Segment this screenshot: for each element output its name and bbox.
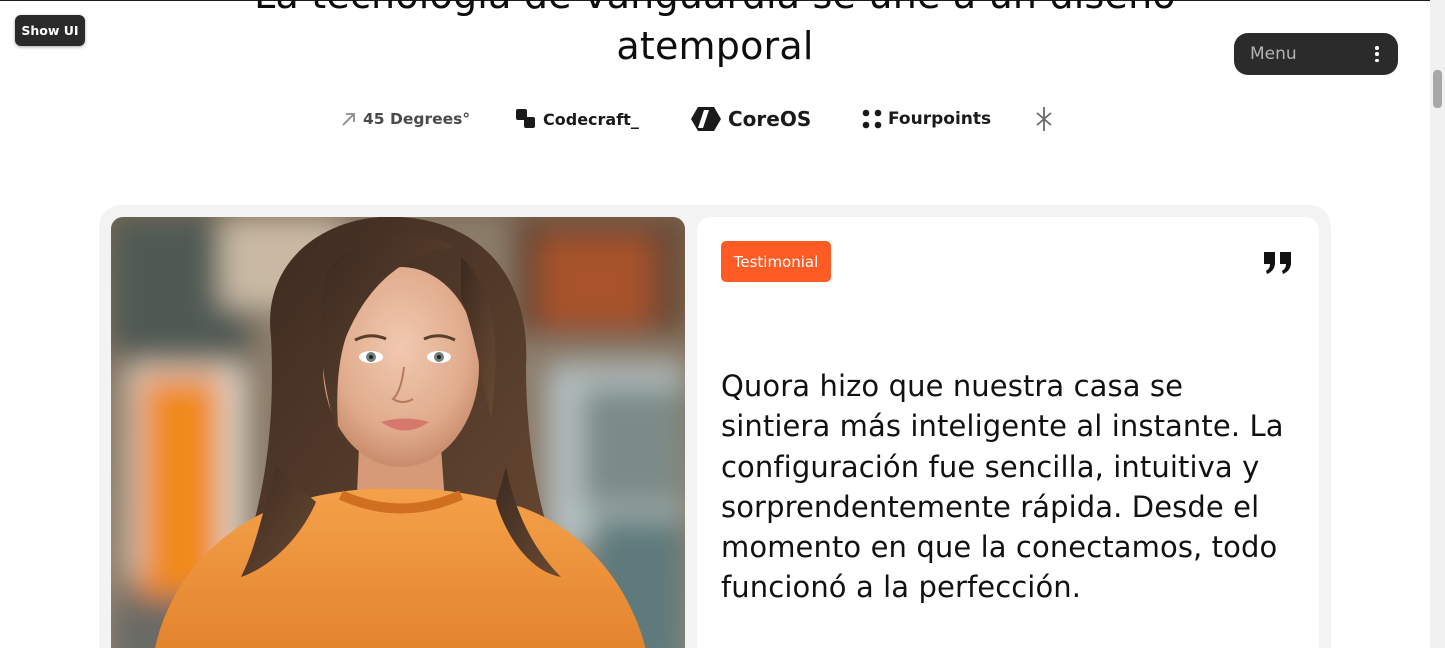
menu-label: Menu xyxy=(1250,44,1297,64)
testimonial-badge: Testimonial xyxy=(721,241,831,282)
logo-codecraft-label: Codecraft_ xyxy=(543,109,639,129)
testimonial-photo xyxy=(111,217,685,648)
testimonial-quote: Quora hizo que nuestra casa se sintiera … xyxy=(721,369,1284,605)
kebab-icon xyxy=(1375,46,1379,63)
logo-fourpoints-label: Fourpoints xyxy=(888,109,992,129)
logo-coreos-label: CoreOS xyxy=(728,107,812,131)
four-dots-icon xyxy=(862,109,882,129)
quote-icon xyxy=(1264,252,1291,274)
scrollbar-thumb[interactable] xyxy=(1433,70,1442,108)
logo-fourpoints: Fourpoints xyxy=(862,104,991,134)
page: La tecnología de vanguardia se une a un … xyxy=(0,0,1445,648)
logo-codecraft: Codecraft_ xyxy=(515,104,639,134)
logo-45-degrees-label: 45 Degrees° xyxy=(363,110,471,128)
menu-button[interactable]: Menu xyxy=(1234,33,1398,75)
logo-partial xyxy=(1035,104,1053,134)
logo-coreos: CoreOS xyxy=(690,104,811,134)
logo-45-degrees: 45 Degrees° xyxy=(341,104,470,134)
arrow-up-right-icon xyxy=(342,113,355,126)
asterisk-mark-icon xyxy=(1036,107,1052,131)
codecraft-mark-icon xyxy=(516,109,535,128)
coreos-mark-icon xyxy=(691,107,721,131)
show-ui-button[interactable]: Show UI xyxy=(15,15,85,46)
page-title: La tecnología de vanguardia se une a un … xyxy=(254,0,1176,68)
